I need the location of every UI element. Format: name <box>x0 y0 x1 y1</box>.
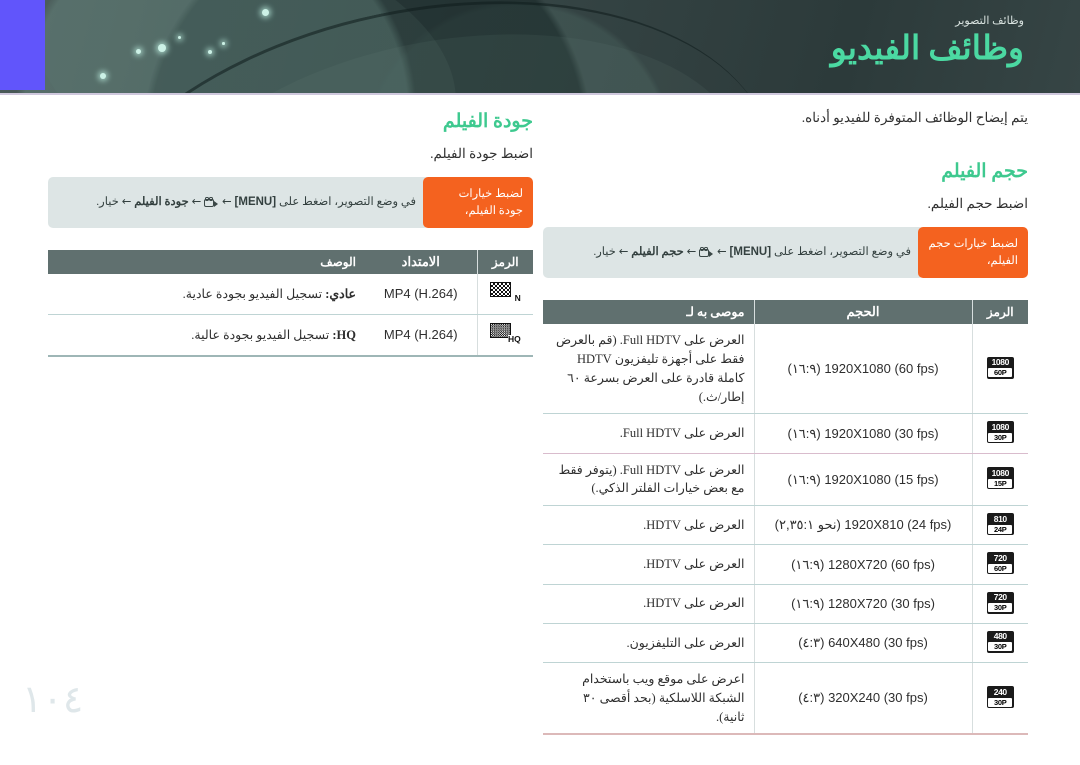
left-column: جودة الفيلم اضبط جودة الفيلم. لضبط خيارا… <box>48 110 533 357</box>
table-row: 1080 60P 1920X1080 (60 fps) (١٦:٩) العرض عل… <box>543 324 1028 415</box>
header-size: الحجم <box>753 300 972 325</box>
movie-size-table: الرمز الحجم موصى به لـ 1080 60P 1920X1080 … <box>543 300 1028 736</box>
table-row: 720 30P 1280X720 (30 fps) (١٦:٩) العرض على … <box>543 584 1028 624</box>
callout-suffix: خيار. <box>593 246 616 259</box>
callout-movie-size: لضبط خيارات حجم الفيلم، في وضع التصوير، … <box>543 227 1028 279</box>
banner-divider <box>0 93 1080 95</box>
cell-recommended: العرض على Full HDTV. <box>543 413 754 454</box>
table-row: 810 24P 1920X810 (24 fps) (نحو ٢,٣٥:١) العر… <box>543 505 1028 546</box>
callout-suffix: خيار. <box>96 196 119 209</box>
callout-tab-label: لضبط خيارات جودة الفيلم، <box>423 177 533 229</box>
banner-sparkle <box>100 73 106 79</box>
cell-size: 1920X1080 (30 fps) (١٦:٩) <box>753 413 972 454</box>
section-title-movie-size: حجم الفيلم <box>941 161 1028 182</box>
resolution-badge-icon: 1080 30P <box>971 413 1028 454</box>
callout-body: في وضع التصوير، اضغط على [MENU] ← ← حجم … <box>543 227 924 279</box>
cell-recommended: العرض على HDTV. <box>543 584 754 624</box>
manual-page: وظائف التصوير وظائف الفيديو يتم إيضاح ال… <box>0 0 1080 765</box>
resolution-badge-icon: 720 30P <box>971 584 1028 624</box>
callout-step-bold: جودة الفيلم <box>134 196 189 209</box>
movie-quality-table: الرمز الامتداد الوصف N MP4 (H.264) عادي: ت… <box>48 250 533 357</box>
cell-recommended: العرض على Full HDTV. (يتوفر فقط مع بعض خ… <box>543 453 754 507</box>
section-title-movie-quality: جودة الفيلم <box>442 111 533 132</box>
header-symbol: الرمز <box>476 250 533 275</box>
cell-size: 1280X720 (60 fps) (١٦:٩) <box>753 544 972 585</box>
banner-sparkle <box>178 36 181 39</box>
cell-recommended: العرض على HDTV. <box>543 505 754 546</box>
cell-description: عادي: تسجيل الفيديو بجودة عادية. <box>48 274 365 316</box>
cell-description: HQ: تسجيل الفيديو بجودة عالية. <box>48 314 365 357</box>
resolution-badge-icon: 240 30P <box>971 662 1028 736</box>
resolution-badge-icon: 1080 15P <box>971 453 1028 507</box>
resolution-badge-icon: 810 24P <box>971 505 1028 546</box>
callout-prefix: في وضع التصوير، اضغط على <box>278 196 416 209</box>
cell-extension: MP4 (H.264) <box>365 314 477 357</box>
banner-sparkle <box>158 44 166 52</box>
cell-recommended: العرض على HDTV. <box>543 544 754 585</box>
callout-movie-quality: لضبط خيارات جودة الفيلم، في وضع التصوير،… <box>48 177 533 229</box>
cell-recommended: اعرض على موقع ويب باستخدام الشبكة اللاسل… <box>543 662 754 736</box>
banner-sparkle <box>222 42 225 45</box>
cell-recommended: العرض على التليفزيون. <box>543 623 754 664</box>
callout-body: في وضع التصوير، اضغط على [MENU] ← ← جودة… <box>48 177 429 229</box>
table-row: 1080 30P 1920X1080 (30 fps) (١٦:٩) العرض عل… <box>543 413 1028 454</box>
record-camera-icon <box>699 247 714 258</box>
cell-size: 1280X720 (30 fps) (١٦:٩) <box>753 584 972 624</box>
chapter-color-tab <box>0 0 45 90</box>
cell-recommended: العرض على Full HDTV. (قم بالعرض فقط على … <box>543 324 754 415</box>
cell-extension: MP4 (H.264) <box>365 274 477 316</box>
resolution-badge-icon: 480 30P <box>971 623 1028 664</box>
table-row: 1080 15P 1920X1080 (15 fps) (١٦:٩) العرض عل… <box>543 453 1028 507</box>
table-header-row: الرمز الامتداد الوصف <box>48 250 533 275</box>
header-description: الوصف <box>48 250 365 275</box>
page-title: وظائف الفيديو <box>830 31 1024 67</box>
description-label: HQ: <box>329 327 356 342</box>
banner-sparkle <box>208 50 212 54</box>
banner-sparkle <box>136 49 141 54</box>
page-number: ١٠٤ <box>22 677 84 721</box>
menu-key-label: [MENU] <box>729 246 772 259</box>
table-row: N MP4 (H.264) عادي: تسجيل الفيديو بجودة عا… <box>48 274 533 316</box>
header-extension: الامتداد <box>365 250 477 275</box>
arrow-3: ← <box>121 194 132 209</box>
callout-prefix: في وضع التصوير، اضغط على <box>773 246 911 259</box>
banner-sparkle <box>262 9 269 16</box>
description-text: تسجيل الفيديو بجودة عالية. <box>191 327 330 342</box>
page-banner: وظائف التصوير وظائف الفيديو <box>0 0 1080 93</box>
table-row: HQ MP4 (H.264) HQ: تسجيل الفيديو بجودة عال… <box>48 314 533 357</box>
intro-text: يتم إيضاح الوظائف المتوفرة للفيديو أدناه… <box>801 110 1028 125</box>
record-camera-icon <box>204 197 219 208</box>
film-quality-icon: N <box>476 274 533 316</box>
banner-eyebrow: وظائف التصوير <box>955 15 1024 27</box>
right-column: يتم إيضاح الوظائف المتوفرة للفيديو أدناه… <box>543 110 1029 736</box>
cell-size: 320X240 (30 fps) (٤:٣) <box>753 662 972 736</box>
cell-size: 640X480 (30 fps) (٤:٣) <box>753 623 972 664</box>
table-row: 720 60P 1280X720 (60 fps) (١٦:٩) العرض على … <box>543 544 1028 585</box>
callout-tab-label: لضبط خيارات حجم الفيلم، <box>918 227 1028 279</box>
description-text: تسجيل الفيديو بجودة عادية. <box>182 286 323 301</box>
table-header-row: الرمز الحجم موصى به لـ <box>543 300 1028 325</box>
resolution-badge-icon: 720 60P <box>971 544 1028 585</box>
callout-step-bold: حجم الفيلم <box>631 246 684 259</box>
menu-key-label: [MENU] <box>234 196 277 209</box>
resolution-badge-icon: 1080 60P <box>971 324 1028 415</box>
arrow-1: ← <box>717 244 727 259</box>
arrow-1: ← <box>222 194 232 209</box>
cell-size: 1920X1080 (15 fps) (١٦:٩) <box>753 453 972 507</box>
section-sub-movie-quality: اضبط جودة الفيلم. <box>430 146 533 161</box>
header-recommended: موصى به لـ <box>543 300 754 325</box>
description-label: عادي: <box>322 286 356 301</box>
cell-size: 1920X1080 (60 fps) (١٦:٩) <box>753 324 972 415</box>
arrow-2: ← <box>191 194 202 209</box>
table-row: 480 30P 640X480 (30 fps) (٤:٣) العرض على ال… <box>543 623 1028 664</box>
arrow-2: ← <box>686 244 697 259</box>
table-row: 240 30P 320X240 (30 fps) (٤:٣) اعرض على موق… <box>543 662 1028 736</box>
cell-size: 1920X810 (24 fps) (نحو ٢,٣٥:١) <box>753 505 972 546</box>
section-sub-movie-size: اضبط حجم الفيلم. <box>927 196 1029 211</box>
arrow-3: ← <box>618 244 629 259</box>
film-quality-icon: HQ <box>476 314 533 357</box>
header-symbol: الرمز <box>971 300 1028 325</box>
